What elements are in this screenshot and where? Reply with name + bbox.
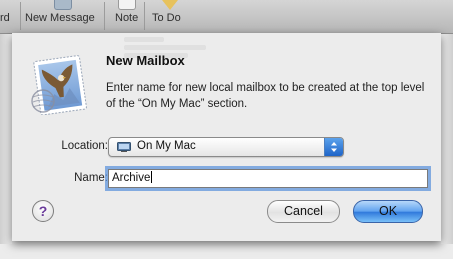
toolbar-separator (20, 2, 21, 30)
toolbar-note-label: Note (115, 12, 139, 24)
mailbox-name-input[interactable]: Archive (108, 169, 428, 188)
toolbar-todo-label: To Do (152, 12, 181, 24)
toolbar-todo-button[interactable]: To Do (148, 0, 190, 33)
text-cursor (151, 171, 153, 183)
help-button[interactable]: ? (32, 200, 54, 222)
cancel-button[interactable]: Cancel (267, 200, 340, 223)
computer-icon (117, 142, 131, 152)
location-value: On My Mac (137, 140, 196, 152)
note-icon (118, 0, 136, 10)
location-popup[interactable]: On My Mac (108, 137, 344, 157)
sheet-shadow-right (441, 34, 453, 244)
dialog-message: Enter name for new local mailbox to be c… (106, 82, 425, 110)
sheet-shadow-left (0, 34, 12, 244)
toolbar-separator (144, 2, 145, 30)
location-label: Location: (61, 140, 108, 152)
todo-icon (162, 0, 178, 10)
mail-stamp-eagle-icon (31, 55, 87, 115)
toolbar-separator (104, 2, 105, 30)
mailbox-name-value: Archive (112, 172, 151, 184)
toolbar-forward-button[interactable]: rd (0, 0, 20, 33)
toolbar-new-message-label: New Message (25, 12, 95, 24)
toolbar-new-message-button[interactable]: New Message (24, 0, 100, 33)
mail-toolbar: rd New Message Note To Do (0, 0, 453, 34)
toolbar-note-button[interactable]: Note (110, 0, 142, 33)
popup-up-down-arrows-icon (324, 138, 343, 156)
new-mailbox-sheet: New Mailbox Enter name for new local mai… (12, 33, 441, 241)
compose-icon (54, 0, 72, 10)
toolbar-forward-label: rd (0, 12, 10, 24)
ok-button[interactable]: OK (353, 200, 423, 223)
dialog-title: New Mailbox (106, 53, 185, 68)
name-label: Name: (74, 172, 108, 184)
